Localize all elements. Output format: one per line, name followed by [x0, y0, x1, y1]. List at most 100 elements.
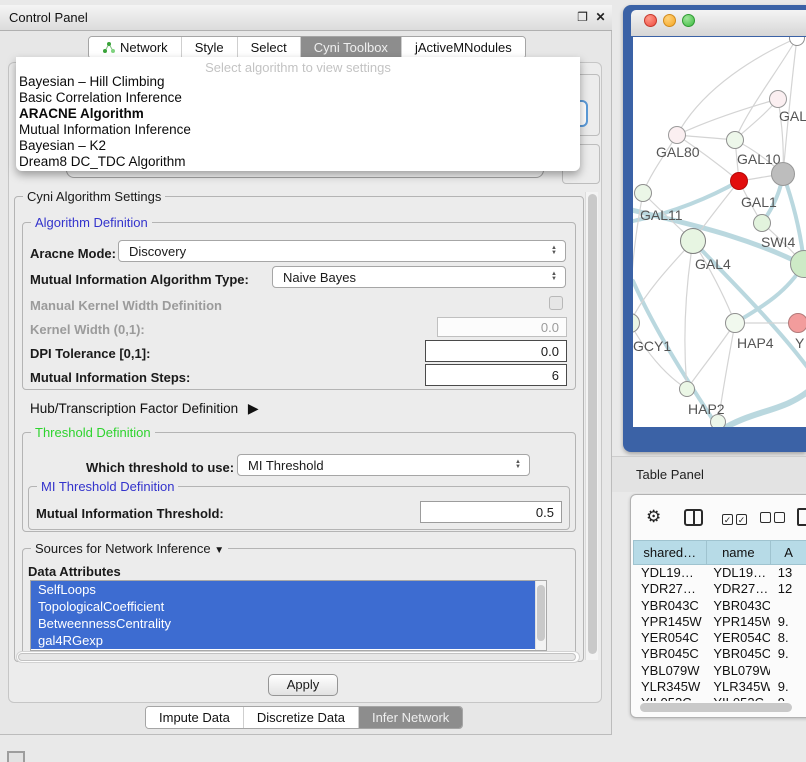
apply-button[interactable]: Apply — [268, 674, 338, 696]
table-row[interactable]: YBR043CYBR043C — [633, 598, 806, 614]
dpi-tolerance-field[interactable]: 0.0 — [425, 340, 567, 362]
settings-hscrollbar-thumb[interactable] — [18, 653, 576, 661]
threshold-definition-title: Threshold Definition — [31, 425, 155, 440]
minimized-panel-icon[interactable] — [7, 751, 25, 762]
network-node-gal11[interactable] — [634, 184, 652, 202]
control-panel-tabs: Network Style SelectCyni ToolboxjActiveMNo… — [88, 36, 526, 59]
algorithm-option[interactable]: Basic Correlation Inference — [16, 90, 580, 106]
deselect-all-icon[interactable] — [760, 511, 788, 526]
table-row[interactable]: YER054CYER054C8. — [633, 630, 806, 646]
table-cell: 9. — [770, 646, 806, 662]
table-cell: YDR27… — [705, 581, 769, 597]
tab-jactivemnodules[interactable]: jActiveMNodules — [402, 37, 525, 58]
network-node-gal1[interactable] — [730, 172, 748, 190]
select-all-icon[interactable]: ✓✓ — [722, 511, 750, 526]
tab-network[interactable]: Network — [89, 37, 182, 58]
attribute-item[interactable]: TopologicalCoefficient — [31, 598, 535, 615]
attributes-scrollbar-thumb[interactable] — [537, 585, 545, 641]
table-cell: YLR345W — [633, 679, 705, 695]
close-traffic-light-icon[interactable] — [644, 14, 657, 27]
tab-label: Style — [195, 40, 224, 55]
table-cell: YBL079W — [705, 663, 769, 679]
column-header[interactable]: name — [706, 541, 771, 564]
zoom-traffic-light-icon[interactable] — [682, 14, 695, 27]
kernel-width-value: 0.0 — [541, 320, 559, 335]
network-node[interactable] — [710, 414, 726, 427]
data-attributes-label: Data Attributes — [28, 564, 121, 579]
network-node-gal80[interactable] — [668, 126, 686, 144]
tab-infer-network[interactable]: Infer Network — [359, 707, 462, 728]
column-header[interactable]: A — [770, 541, 806, 564]
node-table[interactable]: shared…nameAYDL19…YDL19…13YDR27…YDR27…12… — [633, 540, 806, 701]
manual-kernel-checkbox[interactable] — [549, 296, 563, 310]
node-label: GAL11 — [640, 207, 683, 223]
table-row[interactable]: YPR145WYPR145W9. — [633, 614, 806, 630]
table-row[interactable]: YIL052CYIL052C9 — [633, 695, 806, 701]
table-row[interactable]: YBR045CYBR045C9. — [633, 646, 806, 662]
tab-style[interactable]: Style — [182, 37, 238, 58]
which-threshold-combo[interactable]: MI Threshold ▲▼ — [237, 454, 530, 476]
mi-type-combo[interactable]: Naive Bayes ▲▼ — [272, 266, 566, 288]
dpi-tolerance-label: DPI Tolerance [0,1]: — [30, 346, 150, 361]
data-attributes-list[interactable]: SelfLoopsTopologicalCoefficientBetweenne… — [30, 580, 547, 651]
settings-scrollbar-thumb[interactable] — [588, 194, 597, 654]
network-icon — [102, 41, 115, 54]
attribute-item[interactable]: SelfLoops — [31, 581, 535, 598]
algorithm-dropdown-list: Select algorithm to view settings Bayesi… — [16, 57, 580, 171]
algorithm-option[interactable]: Mutual Information Inference — [16, 122, 580, 138]
collapse-down-icon[interactable]: ▼ — [214, 545, 224, 556]
table-cell — [770, 663, 806, 679]
attributes-list-scrollbar[interactable] — [535, 581, 546, 650]
tab-discretize-data[interactable]: Discretize Data — [244, 707, 359, 728]
kernel-width-field[interactable]: 0.0 — [437, 317, 567, 337]
table-row[interactable]: YLR345WYLR345W9. — [633, 679, 806, 695]
network-node-swi4[interactable] — [753, 214, 771, 232]
cyni-settings-title: Cyni Algorithm Settings — [23, 189, 165, 204]
split-columns-icon[interactable] — [684, 509, 703, 526]
float-window-icon[interactable]: ❐ — [576, 11, 589, 24]
table-hscrollbar[interactable] — [640, 702, 800, 714]
attribute-item[interactable]: gal4RGexp — [31, 632, 535, 649]
node-label: Y — [795, 335, 804, 351]
table-row[interactable]: YDR27…YDR27…12 — [633, 581, 806, 597]
algorithm-definition-title: Algorithm Definition — [31, 215, 152, 230]
table-hscrollbar-thumb[interactable] — [640, 703, 792, 712]
algorithm-option[interactable]: Dream8 DC_TDC Algorithm — [16, 154, 580, 170]
tab-cyni-toolbox[interactable]: Cyni Toolbox — [301, 37, 402, 58]
tab-label: Infer Network — [372, 710, 449, 725]
aracne-mode-combo[interactable]: Discovery ▲▼ — [118, 240, 566, 262]
settings-scrollbar[interactable] — [585, 192, 598, 660]
tab-impute-data[interactable]: Impute Data — [146, 707, 244, 728]
mi-steps-field[interactable]: 6 — [425, 364, 567, 386]
network-node-y[interactable] — [788, 313, 806, 333]
settings-hscrollbar[interactable] — [16, 651, 580, 663]
close-window-icon[interactable]: ✕ — [594, 11, 607, 24]
node-label: GAL4 — [695, 256, 731, 272]
algorithm-option[interactable]: ARACNE Algorithm — [16, 106, 580, 122]
table-cell: YER054C — [633, 630, 705, 646]
algorithm-option[interactable]: Bayesian – K2 — [16, 138, 580, 154]
tab-select[interactable]: Select — [238, 37, 301, 58]
gear-icon[interactable]: ⚙ — [646, 507, 661, 527]
table-row[interactable]: YDL19…YDL19…13 — [633, 565, 806, 581]
network-node-hap2[interactable] — [679, 381, 695, 397]
algorithm-option[interactable]: Bayesian – Hill Climbing — [16, 74, 580, 90]
network-node-gal10[interactable] — [726, 131, 744, 149]
attribute-item[interactable]: BetweennessCentrality — [31, 615, 535, 632]
node-label: SWI4 — [761, 234, 795, 250]
tab-label: Network — [120, 40, 168, 55]
mi-type-value: Naive Bayes — [283, 270, 356, 285]
network-node-hap4[interactable] — [725, 313, 745, 333]
hub-definition-toggle[interactable]: Hub/Transcription Factor Definition ▶ — [30, 400, 259, 417]
aracne-mode-label: Aracne Mode: — [30, 246, 116, 261]
network-node[interactable] — [771, 162, 795, 186]
column-header[interactable]: shared… — [633, 541, 706, 564]
mi-threshold-field[interactable]: 0.5 — [420, 501, 562, 523]
network-node-gal4[interactable] — [680, 228, 706, 254]
network-canvas[interactable]: GALGAL80GAL10GAL1GAL11SWI4GAL4GCY1HAP4YH… — [633, 37, 806, 427]
control-panel-title: Control Panel — [9, 10, 88, 25]
file-export-icon[interactable] — [797, 508, 806, 526]
network-node-gal[interactable] — [769, 90, 787, 108]
table-row[interactable]: YBL079WYBL079W — [633, 663, 806, 679]
minimize-traffic-light-icon[interactable] — [663, 14, 676, 27]
